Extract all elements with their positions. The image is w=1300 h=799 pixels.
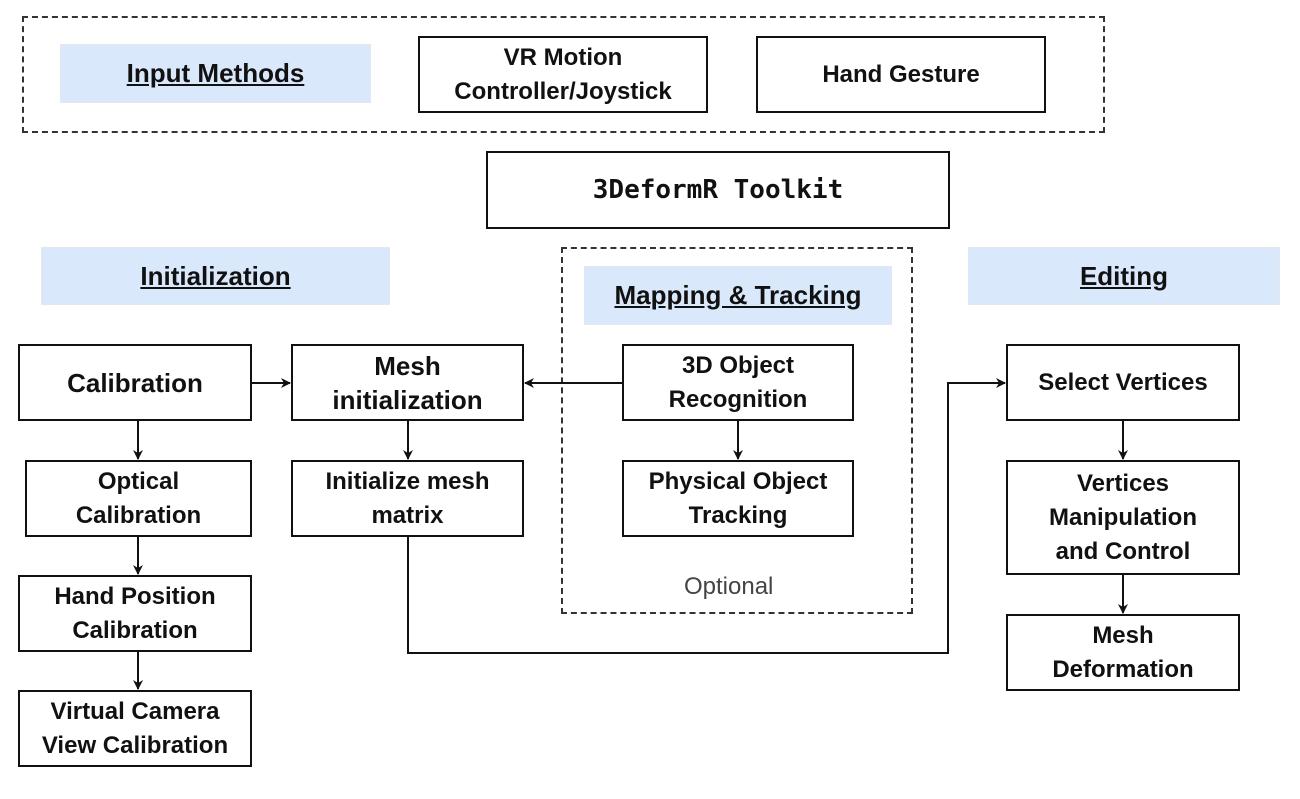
arrow-matrix-to-select bbox=[407, 378, 1006, 654]
connectors bbox=[133, 378, 1128, 690]
diagram: Input Methods VR Motion Controller/Joyst… bbox=[0, 0, 1300, 799]
